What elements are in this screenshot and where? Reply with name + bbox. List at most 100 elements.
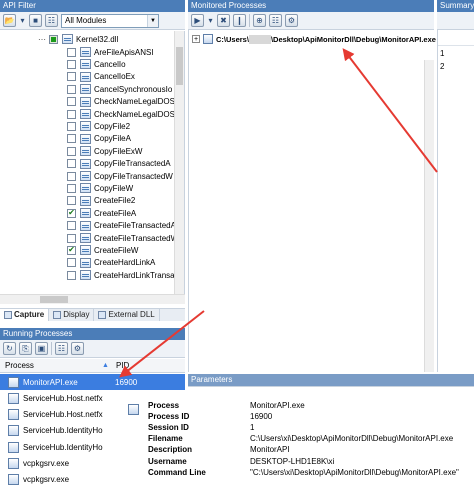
refresh-icon[interactable]: ↻ (3, 342, 16, 355)
api-function-checkbox[interactable] (67, 72, 76, 82)
dropdown-arrow-icon[interactable]: ▾ (19, 14, 26, 27)
toolbar-separator (51, 342, 52, 355)
parameter-value: "C:\Users\xi\Desktop\ApiMonitorDll\Debug… (250, 467, 459, 477)
api-function-checkbox[interactable] (67, 258, 76, 268)
api-tree-vscrollbar[interactable] (174, 31, 184, 294)
process-name: ServiceHub.IdentityHo (23, 442, 103, 452)
api-function-item[interactable]: CancelSynchronousIo (67, 83, 172, 95)
api-function-checkbox[interactable]: ✔ (67, 208, 76, 218)
api-function-item[interactable]: ✔ CreateFileW (67, 244, 138, 256)
network-icon[interactable]: ☷ (55, 342, 68, 355)
module-filter-value: All Modules (65, 15, 107, 25)
api-tree-hscrollbar[interactable] (0, 294, 185, 304)
api-function-icon (80, 183, 91, 194)
network-icon[interactable]: ☷ (269, 14, 282, 27)
open-folder-icon[interactable]: 📂 (3, 14, 16, 27)
parameter-value: MonitorAPI.exe (250, 401, 305, 410)
api-function-item[interactable]: CopyFileTransactedA (67, 158, 171, 170)
api-function-item[interactable]: CreateHardLinkA (67, 257, 155, 269)
api-function-item[interactable]: CreateHardLinkTransa (67, 269, 175, 281)
tab-capture[interactable]: Capture (0, 309, 50, 321)
services-icon[interactable]: ⚙ (285, 14, 298, 27)
api-function-checkbox[interactable] (67, 270, 76, 280)
expand-icon[interactable]: + (192, 35, 200, 43)
api-function-checkbox[interactable] (67, 134, 76, 144)
api-function-item[interactable]: CancelIoEx (67, 71, 135, 83)
api-function-checkbox[interactable] (67, 59, 76, 69)
combo-arrow-icon[interactable]: ▼ (147, 14, 158, 27)
api-function-checkbox[interactable] (67, 159, 76, 169)
api-function-checkbox[interactable] (67, 109, 76, 119)
api-function-item[interactable]: AreFileApisANSI (67, 46, 154, 58)
pause-icon[interactable]: ❙ (233, 14, 246, 27)
save-icon[interactable]: ■ (29, 14, 42, 27)
api-function-checkbox[interactable] (67, 47, 76, 57)
summary-row-1[interactable]: 1 (440, 48, 444, 60)
monitor-new-icon[interactable]: ▶ (191, 14, 204, 27)
summary-grid: 1 2 (437, 30, 474, 372)
running-toolbar: ↻ ⎘ ▣ ☷ ⚙ (0, 340, 185, 358)
sort-up-icon[interactable]: ▲ (102, 359, 109, 373)
api-function-checkbox[interactable] (67, 84, 76, 94)
api-function-item[interactable]: CreateFileTransactedW (67, 232, 178, 244)
parameter-value: 16900 (250, 412, 273, 422)
api-function-checkbox[interactable] (67, 146, 76, 156)
api-function-item[interactable]: CopyFileTransactedW (67, 170, 173, 182)
tab-external-dll[interactable]: External DLL (94, 309, 160, 321)
api-function-checkbox[interactable]: ✔ (67, 245, 76, 255)
parameters-title: Parameters (188, 374, 474, 386)
window-icon[interactable]: ▣ (35, 342, 48, 355)
api-function-checkbox[interactable] (67, 97, 76, 107)
dropdown-arrow-icon[interactable]: ▾ (207, 14, 214, 27)
api-function-item[interactable]: CreateFileTransactedA (67, 220, 176, 232)
api-function-item[interactable]: CheckNameLegalDOS (67, 108, 175, 120)
api-function-checkbox[interactable] (67, 196, 76, 206)
api-function-checkbox[interactable] (67, 171, 76, 181)
monitored-process-node[interactable]: + C:\Users\ \Desktop\ApiMonitorDll\Debug… (192, 33, 436, 45)
api-function-item[interactable]: CopyFileW (67, 182, 133, 194)
col-pid-header[interactable]: PID (116, 359, 129, 373)
api-function-item[interactable]: ✔ CreateFileA (67, 207, 136, 219)
parameter-key: Filename (148, 434, 183, 444)
tab-external-dll-label: External DLL (108, 310, 155, 319)
running-process-row[interactable]: MonitorAPI.exe 16900 (0, 374, 185, 390)
module-filter-select[interactable]: All Modules ▼ (61, 13, 159, 28)
api-function-item[interactable]: CheckNameLegalDOS (67, 96, 175, 108)
summary-row-2[interactable]: 2 (440, 61, 444, 73)
process-name: ServiceHub.Host.netfx (23, 410, 103, 420)
module-icon (62, 34, 73, 44)
target-icon[interactable]: ⊕ (253, 14, 266, 27)
api-function-checkbox[interactable] (67, 183, 76, 193)
summary-title: Summary (437, 0, 474, 12)
api-function-item[interactable]: CancelIo (67, 58, 126, 70)
process-name: ServiceHub.IdentityHo (23, 426, 103, 436)
monitored-processes-title: Monitored Processes (188, 0, 434, 12)
api-function-item[interactable]: CreateFile2 (67, 195, 135, 207)
api-function-icon (80, 146, 91, 157)
api-function-item[interactable]: CopyFile2 (67, 120, 130, 132)
api-function-icon (80, 220, 91, 231)
collapse-icon[interactable]: ⋯ (38, 35, 46, 44)
module-node[interactable]: ⋯ Kernel32.dll (38, 33, 118, 45)
api-function-label: CheckNameLegalDOS (94, 109, 175, 119)
services-icon[interactable]: ⚙ (71, 342, 84, 355)
api-function-checkbox[interactable] (67, 233, 76, 243)
terminate-icon[interactable]: ✖ (217, 14, 230, 27)
api-function-icon (80, 47, 91, 57)
api-function-item[interactable]: CopyFileA (67, 133, 131, 145)
monitored-vscrollbar[interactable] (424, 60, 434, 372)
api-function-item[interactable]: CopyFileExW (67, 145, 142, 157)
process-name: ServiceHub.Host.netfx (23, 393, 103, 403)
capture-icon (4, 311, 12, 319)
process-name: MonitorAPI.exe (23, 377, 78, 387)
tab-display-label: Display (63, 310, 90, 319)
api-function-checkbox[interactable] (67, 221, 76, 231)
process-icon (8, 392, 19, 404)
tab-display[interactable]: Display (49, 309, 95, 321)
attach-icon[interactable]: ⎘ (19, 342, 32, 355)
api-function-checkbox[interactable] (67, 121, 76, 131)
col-process-header[interactable]: Process (5, 359, 34, 373)
module-checkbox[interactable] (49, 34, 58, 44)
process-icon (8, 458, 19, 469)
filter-options-icon[interactable]: ☷ (45, 14, 58, 27)
